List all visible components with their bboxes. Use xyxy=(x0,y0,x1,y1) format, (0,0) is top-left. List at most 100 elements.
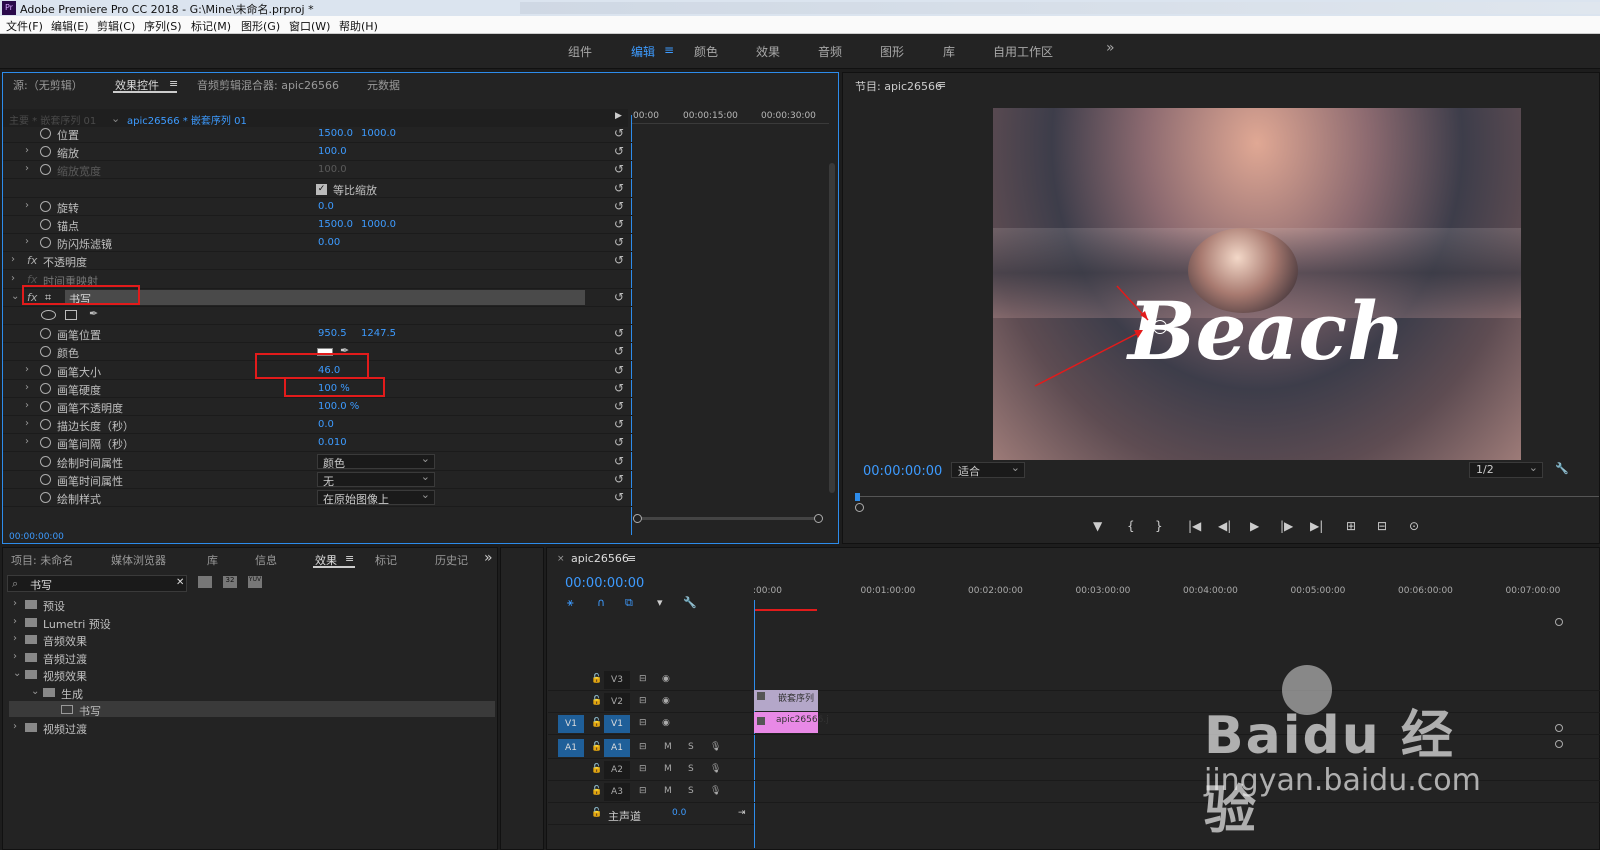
effect-row[interactable]: 画笔位置 950.5 1247.5 ↺ xyxy=(3,325,633,344)
group-chevron-icon[interactable]: › xyxy=(11,273,15,284)
tab-source[interactable]: 源:（无剪辑） xyxy=(13,77,83,93)
export-frame-icon[interactable]: ⊙ xyxy=(1409,519,1419,533)
workspace-graphics[interactable]: 图形 xyxy=(880,43,904,60)
effect-row[interactable]: 画笔时间属性 无 ↺ xyxy=(3,470,633,489)
program-scrubber[interactable] xyxy=(855,491,1599,512)
property-value-y[interactable]: 1000.0 xyxy=(361,128,396,139)
track-mute-button[interactable]: M xyxy=(664,786,672,796)
tree-chevron-icon[interactable]: › xyxy=(13,721,17,732)
reset-icon[interactable]: ↺ xyxy=(614,290,624,304)
stopwatch-icon[interactable] xyxy=(40,346,51,358)
track-lock-icon[interactable]: 🔓 xyxy=(591,764,602,774)
track-lock-icon[interactable]: 🔓 xyxy=(591,742,602,752)
snap-icon[interactable]: ∩ xyxy=(597,596,605,609)
tree-chevron-icon[interactable]: › xyxy=(13,616,17,627)
property-value[interactable]: 1500.0 xyxy=(318,128,353,139)
clear-search-icon[interactable]: ✕ xyxy=(176,577,184,588)
property-dropdown[interactable]: 颜色 xyxy=(317,452,435,470)
tab-history[interactable]: 历史记 xyxy=(435,552,468,568)
track-mute-button[interactable]: M xyxy=(664,764,672,774)
property-value[interactable]: 0.0 xyxy=(318,201,334,212)
expand-chevron-icon[interactable]: › xyxy=(25,418,29,429)
lift-icon[interactable]: ⊞ xyxy=(1346,519,1356,533)
fx-icon[interactable]: fx xyxy=(27,254,37,267)
effect-row[interactable]: › 缩放 100.0 ↺ xyxy=(3,143,633,162)
panel-more-icon[interactable]: » xyxy=(484,550,493,566)
reset-icon[interactable]: ↺ xyxy=(614,381,624,395)
tab-menu-icon[interactable]: ≡ xyxy=(169,77,178,90)
workspace-effects[interactable]: 效果 xyxy=(756,43,780,60)
track-mic-icon[interactable]: 🎙 xyxy=(710,786,721,796)
uniform-scale-checkbox[interactable]: ✓ xyxy=(316,183,327,195)
track-lock-icon[interactable]: 🔓 xyxy=(591,786,602,796)
tab-effects-menu-icon[interactable]: ≡ xyxy=(345,552,354,565)
workspace-libraries[interactable]: 库 xyxy=(943,43,955,60)
effect-row[interactable]: 绘制样式 在原始图像上 ↺ xyxy=(3,488,633,507)
property-dropdown[interactable]: 在原始图像上 xyxy=(317,488,435,506)
group-chevron-icon[interactable]: ⌄ xyxy=(11,291,19,302)
tab-metadata[interactable]: 元数据 xyxy=(367,77,400,93)
resolution-dropdown[interactable]: 1/2 ⌄ xyxy=(1469,461,1543,478)
wrench-icon[interactable]: 🔧 xyxy=(1555,462,1569,475)
effect-row[interactable]: › 防闪烁滤镜 0.00 ↺ xyxy=(3,234,633,253)
accelerated-effects-icon[interactable] xyxy=(198,576,212,588)
stopwatch-icon[interactable] xyxy=(40,164,51,176)
expand-chevron-icon[interactable]: › xyxy=(25,364,29,375)
tree-item-label[interactable]: 书写 xyxy=(79,703,101,719)
track-solo-button[interactable]: S xyxy=(688,786,694,796)
menu-sequence[interactable]: 序列(S) xyxy=(144,18,182,34)
track-header-a3[interactable]: 🔓 A3 ⊟ M S 🎙 xyxy=(548,781,754,803)
marker-button-icon[interactable]: ▼ xyxy=(1093,519,1102,533)
mark-in-icon[interactable]: { xyxy=(1127,519,1135,533)
reset-icon[interactable]: ↺ xyxy=(614,199,624,213)
track-sync-icon[interactable]: ⊟ xyxy=(639,674,647,684)
add-marker-icon[interactable]: ▾ xyxy=(657,596,663,609)
track-lock-icon[interactable]: 🔓 xyxy=(591,674,602,684)
fx-icon[interactable]: fx xyxy=(27,273,37,286)
track-sync-icon[interactable]: ⊟ xyxy=(639,696,647,706)
master-lock-icon[interactable]: 🔓 xyxy=(591,808,602,818)
workspace-color[interactable]: 颜色 xyxy=(694,43,718,60)
reset-icon[interactable]: ↺ xyxy=(614,126,624,140)
track-target-v3[interactable]: V3 xyxy=(604,671,630,689)
go-to-end-icon[interactable]: ⇥ xyxy=(738,808,746,818)
timeline-settings-icon[interactable]: 🔧 xyxy=(683,596,697,609)
track-mic-icon[interactable]: 🎙 xyxy=(710,742,721,752)
reset-icon[interactable]: ↺ xyxy=(614,417,624,431)
workspace-custom[interactable]: 自用工作区 xyxy=(993,43,1053,60)
stopwatch-icon[interactable] xyxy=(40,382,51,394)
effect-row[interactable]: 位置 1500.0 1000.0 ↺ xyxy=(3,125,633,143)
menu-window[interactable]: 窗口(W) xyxy=(289,18,330,34)
track-eye-icon[interactable]: ◉ xyxy=(662,674,670,684)
clip-dropdown-chevron-icon[interactable]: ⌄ xyxy=(111,112,120,125)
reset-icon[interactable]: ↺ xyxy=(614,435,624,449)
tab-markers[interactable]: 标记 xyxy=(375,552,397,568)
timeline-close-icon[interactable]: × xyxy=(557,554,565,564)
workspace-assembly[interactable]: 组件 xyxy=(568,43,592,60)
reset-icon[interactable]: ↺ xyxy=(614,217,624,231)
property-value[interactable]: 0.00 xyxy=(318,237,340,248)
reset-icon[interactable]: ↺ xyxy=(614,326,624,340)
ellipse-mask-icon[interactable] xyxy=(41,310,56,320)
stopwatch-icon[interactable] xyxy=(40,364,51,376)
play-button-icon[interactable]: ▶ xyxy=(1250,519,1259,533)
tree-item-label[interactable]: 视频过渡 xyxy=(43,721,87,737)
property-value[interactable]: 0.010 xyxy=(318,437,347,448)
ec-zoom-scrollbar[interactable] xyxy=(633,514,823,524)
stopwatch-icon[interactable] xyxy=(40,128,51,139)
reset-icon[interactable]: ↺ xyxy=(614,253,624,267)
reset-icon[interactable]: ↺ xyxy=(614,399,624,413)
ec-timecode[interactable]: 00:00:00:00 xyxy=(9,532,64,542)
tree-chevron-icon[interactable]: › xyxy=(13,651,17,662)
stopwatch-icon[interactable] xyxy=(40,473,51,485)
stopwatch-icon[interactable] xyxy=(40,437,51,449)
menu-marker[interactable]: 标记(M) xyxy=(191,18,231,34)
stopwatch-icon[interactable] xyxy=(40,237,51,249)
track-target-v2[interactable]: V2 xyxy=(604,693,630,711)
track-header-v3[interactable]: 🔓 V3 ⊟ ◉ xyxy=(548,669,754,691)
track-header-v1[interactable]: V1 🔓 V1 ⊟ ◉ xyxy=(548,713,754,735)
play-icon[interactable]: ▶ xyxy=(615,111,622,121)
menu-edit[interactable]: 编辑(E) xyxy=(51,18,89,34)
track-solo-button[interactable]: S xyxy=(688,742,694,752)
expand-chevron-icon[interactable]: › xyxy=(25,436,29,447)
